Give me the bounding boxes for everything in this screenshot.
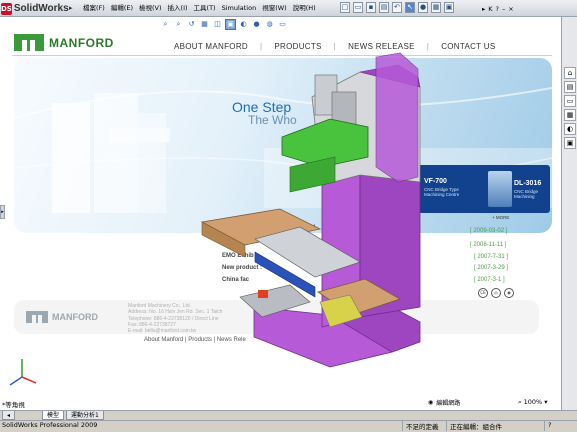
- hide-show-icon[interactable]: ◐: [238, 19, 249, 30]
- coordinate-triad-icon: [9, 359, 37, 386]
- bottom-controls: ◉ 編輯網路: [428, 396, 460, 408]
- save-icon[interactable]: ▪: [366, 2, 376, 13]
- menu-file[interactable]: 檔案(F): [80, 2, 108, 15]
- nav-left-icon[interactable]: ◂: [2, 411, 16, 420]
- heads-up-toolbar: ⌕ ⌕ ↺ ▦ ◫ ▣ ◐ ● ◍ ▭: [160, 17, 288, 31]
- file-properties-icon[interactable]: ▣: [444, 2, 454, 13]
- zoom-value: 100%: [523, 398, 543, 406]
- help-icon[interactable]: ?: [496, 5, 499, 13]
- close-icon[interactable]: ×: [508, 5, 513, 13]
- column-upper[interactable]: [375, 52, 419, 183]
- tab-motion-study[interactable]: 運動分析1: [66, 411, 104, 420]
- custom-properties-icon[interactable]: ▣: [564, 137, 576, 149]
- help-hint: K: [488, 4, 493, 13]
- display-style-icon[interactable]: ▣: [225, 18, 236, 30]
- zoom-area-icon[interactable]: ⌕: [173, 19, 184, 30]
- menu-edit[interactable]: 編輯(E): [108, 2, 136, 15]
- design-library-icon[interactable]: ▤: [564, 81, 576, 93]
- print-icon[interactable]: ▤: [379, 2, 389, 13]
- help-area: ▸ K ? – ×: [482, 2, 514, 15]
- section-view-icon[interactable]: ▦: [199, 19, 210, 30]
- zoom-dropdown-icon[interactable]: ▾: [544, 398, 547, 406]
- menu-view[interactable]: 檢視(V): [136, 2, 165, 15]
- vise-jaw[interactable]: [258, 290, 268, 298]
- app-name: SolidWorks: [13, 3, 69, 14]
- model-tabs: ◂ 模型 運動分析1: [0, 410, 577, 420]
- editing-status: 正在編輯：組合件: [446, 421, 544, 431]
- menu-window[interactable]: 視窗(W): [259, 2, 290, 15]
- ds-logo-icon: DS: [1, 2, 12, 15]
- zoom-control[interactable]: ⌕ 100% ▾: [518, 396, 548, 408]
- rebuild-icon[interactable]: ●: [418, 2, 428, 13]
- edit-network-label[interactable]: 編輯網路: [436, 398, 460, 407]
- menu-expand-icon[interactable]: ▸: [69, 4, 77, 13]
- task-pane: ⌂ ▤ ▭ ▦ ◐ ▣: [561, 17, 577, 410]
- network-icon[interactable]: ◉: [428, 399, 433, 406]
- select-icon[interactable]: ↖: [405, 2, 415, 13]
- options-icon[interactable]: ▦: [431, 2, 441, 13]
- new-document-icon[interactable]: □: [340, 2, 350, 13]
- appearances-icon[interactable]: ◐: [564, 123, 576, 135]
- edit-appearance-icon[interactable]: ●: [251, 19, 262, 30]
- view-strip: [0, 397, 561, 410]
- undo-icon[interactable]: ↶: [392, 2, 402, 13]
- zoom-fit-icon[interactable]: ⌕: [160, 19, 171, 30]
- view-orientation-icon[interactable]: ◫: [212, 19, 223, 30]
- tab-model[interactable]: 模型: [42, 411, 65, 420]
- main-menu: 檔案(F) 編輯(E) 檢視(V) 插入(I) 工具(T) Simulation…: [80, 2, 319, 15]
- product-name: SolidWorks Professional 2009: [2, 421, 98, 429]
- minimize-icon[interactable]: –: [502, 5, 505, 13]
- feature-tree-toggle[interactable]: ▸: [0, 205, 5, 219]
- machine-model[interactable]: [0, 17, 561, 410]
- help-search-icon[interactable]: ▸: [482, 5, 485, 13]
- open-icon[interactable]: ▭: [353, 2, 363, 13]
- menu-simulation[interactable]: Simulation: [219, 2, 260, 15]
- menu-help[interactable]: 說明(H): [290, 2, 319, 15]
- file-explorer-icon[interactable]: ▭: [564, 95, 576, 107]
- zoom-icon: ⌕: [518, 397, 522, 406]
- resources-icon[interactable]: ⌂: [564, 67, 576, 79]
- help-status-icon[interactable]: ?: [544, 421, 562, 431]
- view-orientation-label: *等角視: [2, 401, 25, 409]
- menu-insert[interactable]: 插入(I): [165, 2, 191, 15]
- view-palette-icon[interactable]: ▦: [564, 109, 576, 121]
- menu-tools[interactable]: 工具(T): [191, 2, 219, 15]
- view-settings-icon[interactable]: ▭: [277, 19, 288, 30]
- definition-status: 不足的定義: [402, 421, 446, 431]
- scene-icon[interactable]: ◍: [264, 19, 275, 30]
- previous-view-icon[interactable]: ↺: [186, 19, 197, 30]
- solidworks-logo[interactable]: DS SolidWorks: [1, 1, 69, 16]
- standard-toolbar: □ ▭ ▪ ▤ ↶ ↖ ● ▦ ▣: [340, 2, 454, 15]
